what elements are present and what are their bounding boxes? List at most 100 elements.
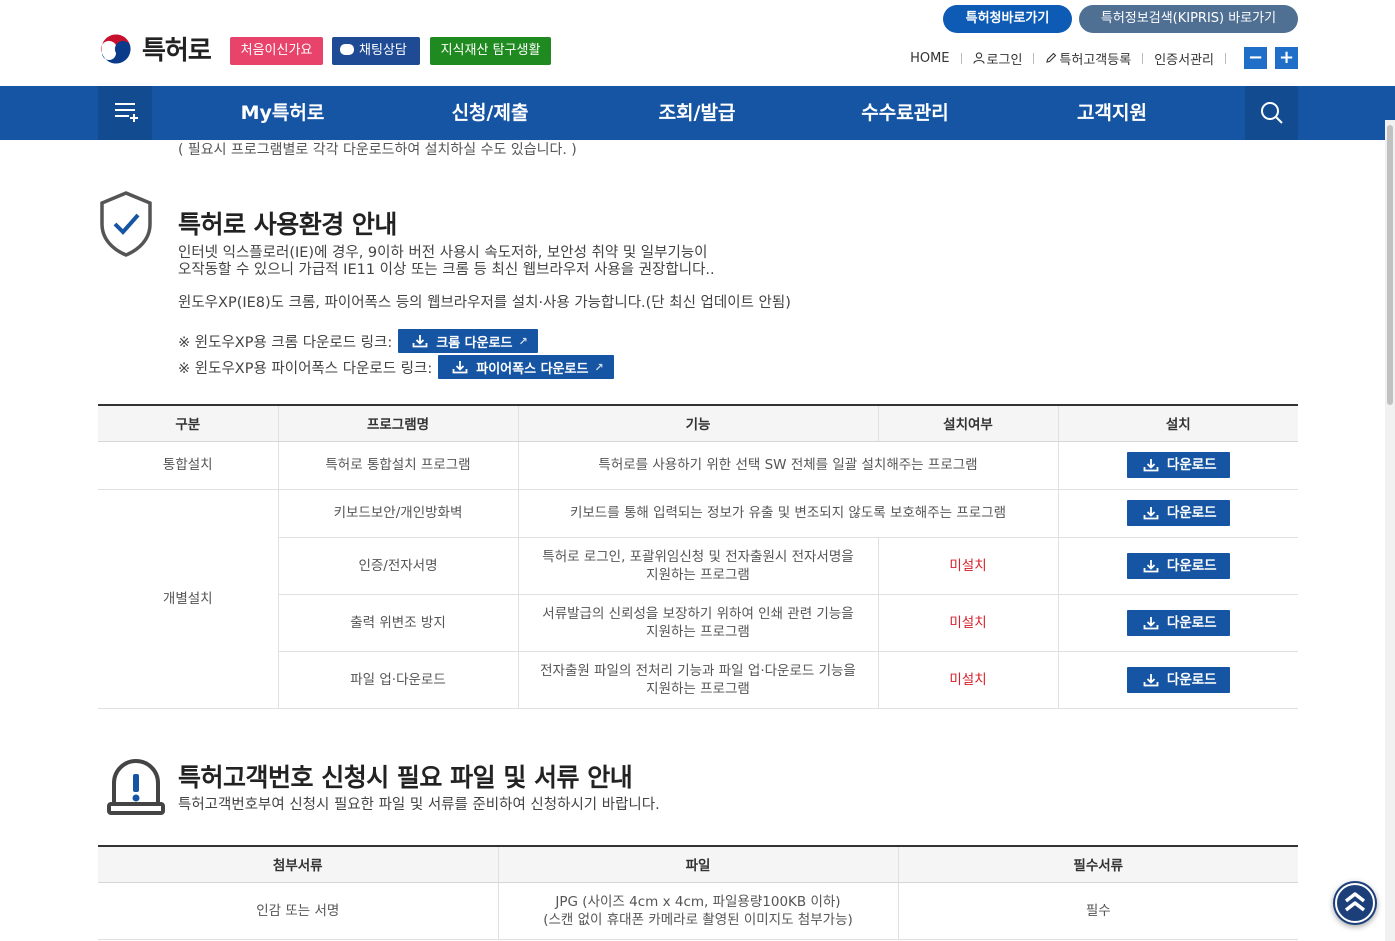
col-header-function: 기능 (517, 404, 878, 442)
download-label: 다운로드 (1166, 557, 1217, 574)
taegeuk-icon (99, 31, 133, 66)
download-button[interactable]: 다운로드 (1126, 452, 1230, 478)
function-line: 지원하는 프로그램 (646, 566, 750, 583)
download-button[interactable]: 다운로드 (1126, 552, 1230, 579)
logo-text: 특허로 (142, 36, 212, 66)
status-cell: 미설치 (877, 537, 1058, 595)
install-cell: 다운로드 (1057, 537, 1298, 595)
env-section-title: 특허로 사용환경 안내 (178, 210, 397, 239)
header: 특허로 처음이신가요 채팅상담 지식재산 탐구생활 특허청바로가기 특허정보검색… (0, 0, 1395, 86)
login-label: 로그인 (986, 53, 1023, 68)
file-cell: JPG (사이즈 4cm x 4cm, 파일용량100KB 이하) (스캔 없이 … (497, 882, 898, 940)
chat-consult-button[interactable]: 채팅상담 (332, 37, 420, 65)
download-icon (452, 361, 468, 374)
category-cell: 통합설치 (98, 441, 278, 490)
user-icon (972, 52, 985, 67)
install-cell: 다운로드 (1057, 651, 1298, 709)
col-header-category: 구분 (98, 404, 278, 442)
function-line: 지원하는 프로그램 (646, 680, 750, 697)
function-line: 지원하는 프로그램 (646, 623, 750, 640)
col-header-required: 필수서류 (897, 845, 1298, 883)
external-link-icon: ↗ (518, 334, 528, 348)
divider (960, 53, 962, 64)
program-name-cell: 특허로 통합설치 프로그램 (277, 441, 518, 490)
login-link[interactable]: 로그인 (972, 49, 1023, 68)
zoom-in-button[interactable]: + (1275, 47, 1298, 69)
divider (1142, 53, 1144, 64)
ip-explore-button[interactable]: 지식재산 탐구생활 (430, 37, 551, 65)
first-visit-button[interactable]: 처음이신가요 (230, 37, 323, 65)
download-button[interactable]: 다운로드 (1126, 500, 1230, 526)
table-header-row: 구분 프로그램명 기능 설치여부 설치 (98, 404, 1298, 442)
install-cell: 다운로드 (1057, 594, 1298, 652)
all-menu-button[interactable] (98, 86, 152, 140)
table-row: 인감 또는 서명 JPG (사이즈 4cm x 4cm, 파일용량100KB 이… (98, 882, 1298, 940)
firefox-download-row: ※ 윈도우XP용 파이어폭스 다운로드 링크: 파이어폭스 다운로드 ↗ (178, 355, 614, 379)
scroll-top-button[interactable] (1333, 881, 1377, 925)
search-icon (1261, 102, 1283, 124)
function-cell: 전자출원 파일의 전처리 기능과 파일 업·다운로드 기능을 지원하는 프로그램 (517, 651, 878, 709)
firefox-download-button-label: 파이어폭스 다운로드 (476, 361, 589, 377)
download-icon (1143, 459, 1159, 472)
download-label: 다운로드 (1166, 614, 1217, 631)
register-link[interactable]: 특허고객등록 (1045, 49, 1131, 68)
pencil-icon (1045, 52, 1057, 67)
function-cell: 특허로를 사용하기 위한 선택 SW 전체를 일괄 설치해주는 프로그램 (517, 441, 1058, 490)
col-header-install: 설치 (1057, 404, 1298, 442)
download-icon (412, 335, 428, 348)
home-link[interactable]: HOME (910, 51, 949, 66)
kipo-link[interactable]: 특허청바로가기 (943, 5, 1072, 33)
env-desc-line1: 인터넷 익스플로러(IE)에 경우, 9이하 버전 사용시 속도저하, 보안성 … (178, 245, 708, 261)
gnb-customer-support[interactable]: 고객지원 (1047, 86, 1177, 140)
gnb-my-patent[interactable]: My특허로 (215, 86, 350, 140)
kipris-link[interactable]: 특허정보검색(KIPRIS) 바로가기 (1079, 5, 1298, 33)
download-icon (1143, 616, 1159, 629)
program-name-cell: 출력 위변조 방지 (278, 594, 518, 652)
env-desc-line3: 윈도우XP(IE8)도 크롬, 파이어폭스 등의 웹브라우저를 설치·사용 가능… (178, 295, 791, 311)
file-line: (스캔 없이 휴대폰 카메라로 촬영된 이미지도 첨부가능) (543, 911, 853, 928)
search-button[interactable] (1245, 86, 1298, 140)
required-cell: 필수 (897, 882, 1298, 940)
download-label: 다운로드 (1166, 671, 1217, 688)
alert-siren-icon (107, 759, 165, 815)
document-table: 첨부서류 파일 필수서류 인감 또는 서명 JPG (사이즈 4cm x 4cm… (98, 845, 1298, 940)
firefox-download-button[interactable]: 파이어폭스 다운로드 ↗ (438, 355, 614, 379)
external-link-icon: ↗ (594, 360, 604, 374)
chrome-download-label: ※ 윈도우XP용 크롬 다운로드 링크: (178, 334, 393, 351)
chrome-download-button[interactable]: 크롬 다운로드 ↗ (398, 329, 538, 353)
file-line: JPG (사이즈 4cm x 4cm, 파일용량100KB 이하) (555, 893, 841, 910)
menu-icon (115, 103, 138, 122)
chrome-download-row: ※ 윈도우XP용 크롬 다운로드 링크: 크롬 다운로드 ↗ (178, 329, 538, 353)
table-row: 개별설치 키보드보안/개인방화벽 키보드를 통해 입력되는 정보가 유출 및 변… (98, 489, 1298, 709)
table-row: 통합설치 특허로 통합설치 프로그램 특허로를 사용하기 위한 선택 SW 전체… (98, 441, 1298, 490)
zoom-out-button[interactable]: − (1244, 47, 1267, 69)
install-cell: 다운로드 (1057, 489, 1298, 538)
shield-check-icon (100, 191, 152, 257)
download-label: 다운로드 (1166, 505, 1217, 521)
site-logo[interactable]: 특허로 (98, 30, 212, 67)
function-cell: 서류발급의 신뢰성을 보장하기 위하여 인쇄 관련 기능을 지원하는 프로그램 (517, 594, 878, 652)
category-cell: 개별설치 (98, 489, 279, 709)
gnb-apply-submit[interactable]: 신청/제출 (425, 86, 555, 140)
install-note: ( 필요시 프로그램별로 각각 다운로드하여 설치하실 수도 있습니다. ) (178, 142, 577, 158)
download-icon (1143, 559, 1159, 572)
status-cell: 미설치 (877, 651, 1058, 709)
cert-manage-link[interactable]: 인증서관리 (1154, 49, 1214, 68)
doc-section-desc: 특허고객번호부여 신청시 필요한 파일 및 서류를 준비하여 신청하시기 바랍니… (178, 797, 660, 813)
attachment-cell: 인감 또는 서명 (98, 882, 498, 940)
doc-section-title: 특허고객번호 신청시 필요 파일 및 서류 안내 (178, 763, 633, 792)
env-desc-line2: 오작동할 수 있으니 가급적 IE11 이상 또는 크롬 등 최신 웹브라우저 … (178, 262, 715, 278)
chat-label: 채팅상담 (359, 43, 407, 58)
double-chevron-up-icon (1335, 883, 1375, 923)
download-label: 다운로드 (1166, 457, 1217, 473)
gnb-fee-management[interactable]: 수수료관리 (840, 86, 970, 140)
table-row: 파일 업·다운로드 전자출원 파일의 전처리 기능과 파일 업·다운로드 기능을… (98, 651, 1298, 709)
main-navigation: My특허로 신청/제출 조회/발급 수수료관리 고객지원 (0, 86, 1395, 140)
gnb-inquiry-issue[interactable]: 조회/발급 (632, 86, 762, 140)
download-button[interactable]: 다운로드 (1126, 609, 1230, 636)
firefox-download-label: ※ 윈도우XP용 파이어폭스 다운로드 링크: (178, 360, 433, 377)
divider (1225, 53, 1226, 64)
scrollbar-thumb[interactable] (1387, 125, 1393, 405)
download-button[interactable]: 다운로드 (1126, 666, 1230, 693)
chrome-download-button-label: 크롬 다운로드 (436, 335, 513, 351)
